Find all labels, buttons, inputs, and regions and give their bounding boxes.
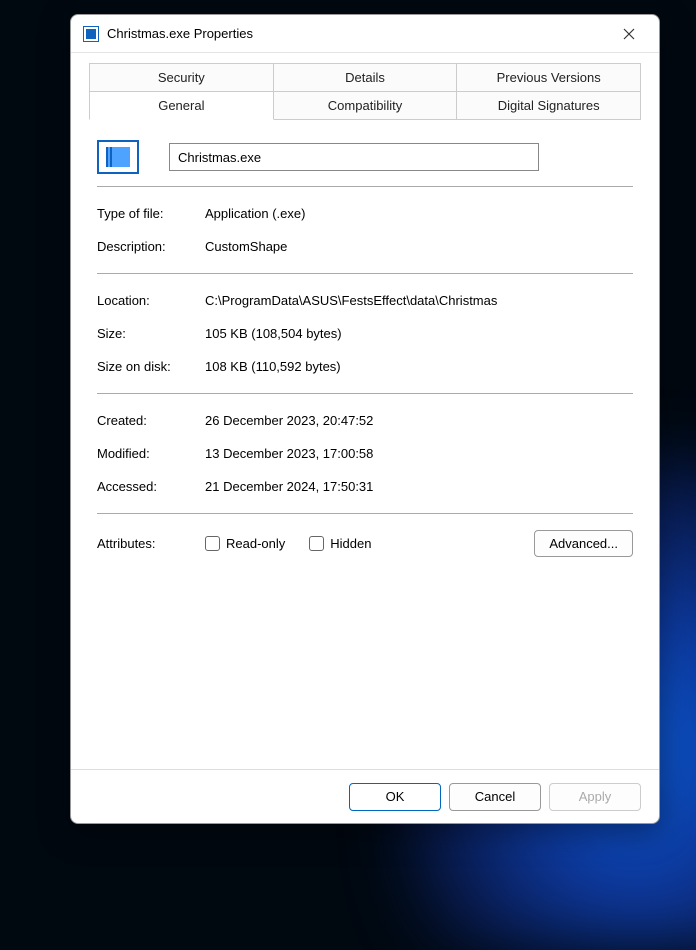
close-button[interactable] xyxy=(611,20,647,48)
tab-digital-signatures[interactable]: Digital Signatures xyxy=(456,91,641,120)
created-label: Created: xyxy=(97,413,205,428)
properties-dialog: Christmas.exe Properties Security Detail… xyxy=(70,14,660,824)
modified-label: Modified: xyxy=(97,446,205,461)
size-on-disk-label: Size on disk: xyxy=(97,359,205,374)
readonly-checkbox[interactable] xyxy=(205,536,220,551)
separator xyxy=(97,186,633,187)
ok-button[interactable]: OK xyxy=(349,783,441,811)
tab-details[interactable]: Details xyxy=(273,63,458,91)
created-value: 26 December 2023, 20:47:52 xyxy=(205,413,633,428)
readonly-checkbox-group[interactable]: Read-only xyxy=(205,536,285,551)
description-label: Description: xyxy=(97,239,205,254)
separator xyxy=(97,393,633,394)
modified-value: 13 December 2023, 17:00:58 xyxy=(205,446,633,461)
description-value: CustomShape xyxy=(205,239,633,254)
size-label: Size: xyxy=(97,326,205,341)
hidden-checkbox-group[interactable]: Hidden xyxy=(309,536,371,551)
tab-general[interactable]: General xyxy=(89,91,274,120)
tab-security[interactable]: Security xyxy=(89,63,274,91)
size-on-disk-value: 108 KB (110,592 bytes) xyxy=(205,359,633,374)
readonly-label: Read-only xyxy=(226,536,285,551)
accessed-label: Accessed: xyxy=(97,479,205,494)
application-icon xyxy=(97,140,139,174)
general-tab-content: Type of file: Application (.exe) Descrip… xyxy=(89,128,641,769)
separator xyxy=(97,273,633,274)
hidden-label: Hidden xyxy=(330,536,371,551)
location-label: Location: xyxy=(97,293,205,308)
cancel-button[interactable]: Cancel xyxy=(449,783,541,811)
window-title: Christmas.exe Properties xyxy=(107,26,611,41)
type-value: Application (.exe) xyxy=(205,206,633,221)
size-value: 105 KB (108,504 bytes) xyxy=(205,326,633,341)
tab-strip: Security Details Previous Versions Gener… xyxy=(89,63,641,120)
advanced-button[interactable]: Advanced... xyxy=(534,530,633,557)
type-label: Type of file: xyxy=(97,206,205,221)
tab-previous-versions[interactable]: Previous Versions xyxy=(456,63,641,91)
dialog-footer: OK Cancel Apply xyxy=(71,769,659,823)
accessed-value: 21 December 2024, 17:50:31 xyxy=(205,479,633,494)
close-icon xyxy=(623,28,635,40)
separator xyxy=(97,513,633,514)
tab-compatibility[interactable]: Compatibility xyxy=(273,91,458,120)
apply-button: Apply xyxy=(549,783,641,811)
filename-input[interactable] xyxy=(169,143,539,171)
dialog-body: Security Details Previous Versions Gener… xyxy=(71,53,659,769)
location-value: C:\ProgramData\ASUS\FestsEffect\data\Chr… xyxy=(205,293,633,308)
titlebar: Christmas.exe Properties xyxy=(71,15,659,53)
window-icon xyxy=(83,26,99,42)
attributes-label: Attributes: xyxy=(97,536,205,551)
hidden-checkbox[interactable] xyxy=(309,536,324,551)
